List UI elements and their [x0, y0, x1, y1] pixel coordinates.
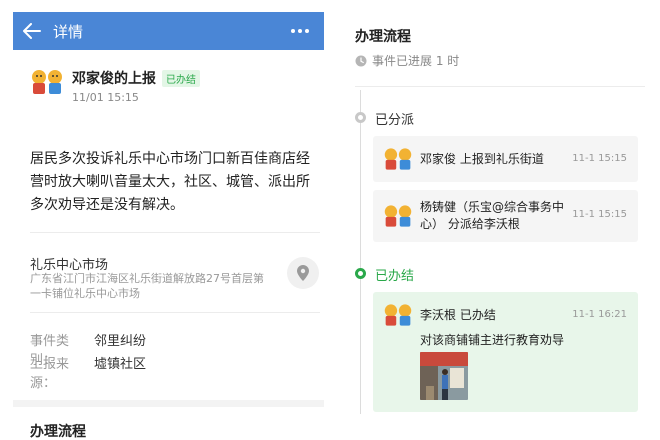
timeline-entry: 李沃根 已办结 11-1 16:21 对该商铺铺主进行教育劝导 — [373, 292, 638, 412]
progress-summary: 事件已进展 1 时 — [355, 52, 459, 69]
detail-panel: 详情 邓家俊的上报 已办结 11/01 15:15 居民多次投诉礼乐中心市场门口… — [13, 12, 324, 440]
timeline-dot — [355, 112, 366, 123]
entry-time: 11-1 15:15 — [572, 209, 627, 220]
avatar — [383, 302, 417, 330]
avatar — [383, 203, 417, 231]
timeline-dot — [355, 268, 366, 279]
page-title: 详情 — [53, 22, 84, 41]
timeline-entry: 杨铸健（乐宝@综合事务中心） 分派给李沃根 11-1 15:15 — [373, 190, 638, 242]
divider — [30, 312, 320, 313]
location-address: 广东省江门市江海区礼乐街道解放路27号首层第一卡铺位礼乐中心市场 — [30, 272, 264, 300]
entry-time: 11-1 15:15 — [572, 153, 627, 164]
top-bar: 详情 — [13, 12, 324, 50]
flow-section-title: 办理流程 — [30, 424, 86, 440]
report-date: 11/01 15:15 — [72, 91, 139, 104]
timeline-line — [360, 123, 361, 268]
source-value: 墟镇社区 — [94, 357, 147, 372]
stage-label-dispatched: 已分派 — [375, 113, 415, 128]
entry-text: 邓家俊 上报到礼乐街道 — [420, 152, 544, 166]
back-arrow-icon — [23, 23, 41, 39]
source-label: 上报来源： — [30, 357, 70, 391]
reporter-block: 邓家俊的上报 已办结 11/01 15:15 — [30, 68, 200, 104]
more-button[interactable] — [284, 12, 316, 50]
progress-text: 事件已进展 1 时 — [372, 54, 460, 68]
timeline-line — [360, 279, 361, 414]
divider — [355, 86, 645, 87]
more-dots-icon — [291, 29, 309, 33]
entry-text: 杨铸健（乐宝@综合事务中心） 分派给李沃根 — [420, 200, 565, 231]
timeline-entry: 邓家俊 上报到礼乐街道 11-1 15:15 — [373, 136, 638, 182]
source-row: 上报来源： 墟镇社区 — [30, 353, 146, 391]
entry-detail: 对该商铺铺主进行教育劝导 — [420, 333, 565, 347]
location-pin-icon — [297, 265, 309, 281]
page: 详情 邓家俊的上报 已办结 11/01 15:15 居民多次投诉礼乐中心市场门口… — [0, 0, 660, 440]
evidence-photo[interactable] — [420, 352, 468, 400]
timeline-line — [360, 90, 361, 112]
avatar — [383, 146, 417, 174]
clock-icon — [355, 55, 367, 66]
entry-time: 11-1 16:21 — [572, 309, 627, 320]
avatar — [30, 68, 64, 96]
divider — [30, 232, 320, 233]
section-separator — [13, 400, 324, 407]
flow-title: 办理流程 — [355, 29, 411, 45]
location-button[interactable] — [287, 257, 319, 289]
entry-text: 李沃根 已办结 — [420, 308, 496, 322]
status-badge: 已办结 — [162, 69, 200, 87]
stage-label-completed: 已办结 — [375, 269, 415, 284]
back-button[interactable] — [13, 12, 51, 50]
reporter-name: 邓家俊的上报 — [72, 71, 156, 87]
report-description: 居民多次投诉礼乐中心市场门口新百佳商店经营时放大喇叭音量太大，社区、城管、派出所… — [30, 151, 310, 213]
